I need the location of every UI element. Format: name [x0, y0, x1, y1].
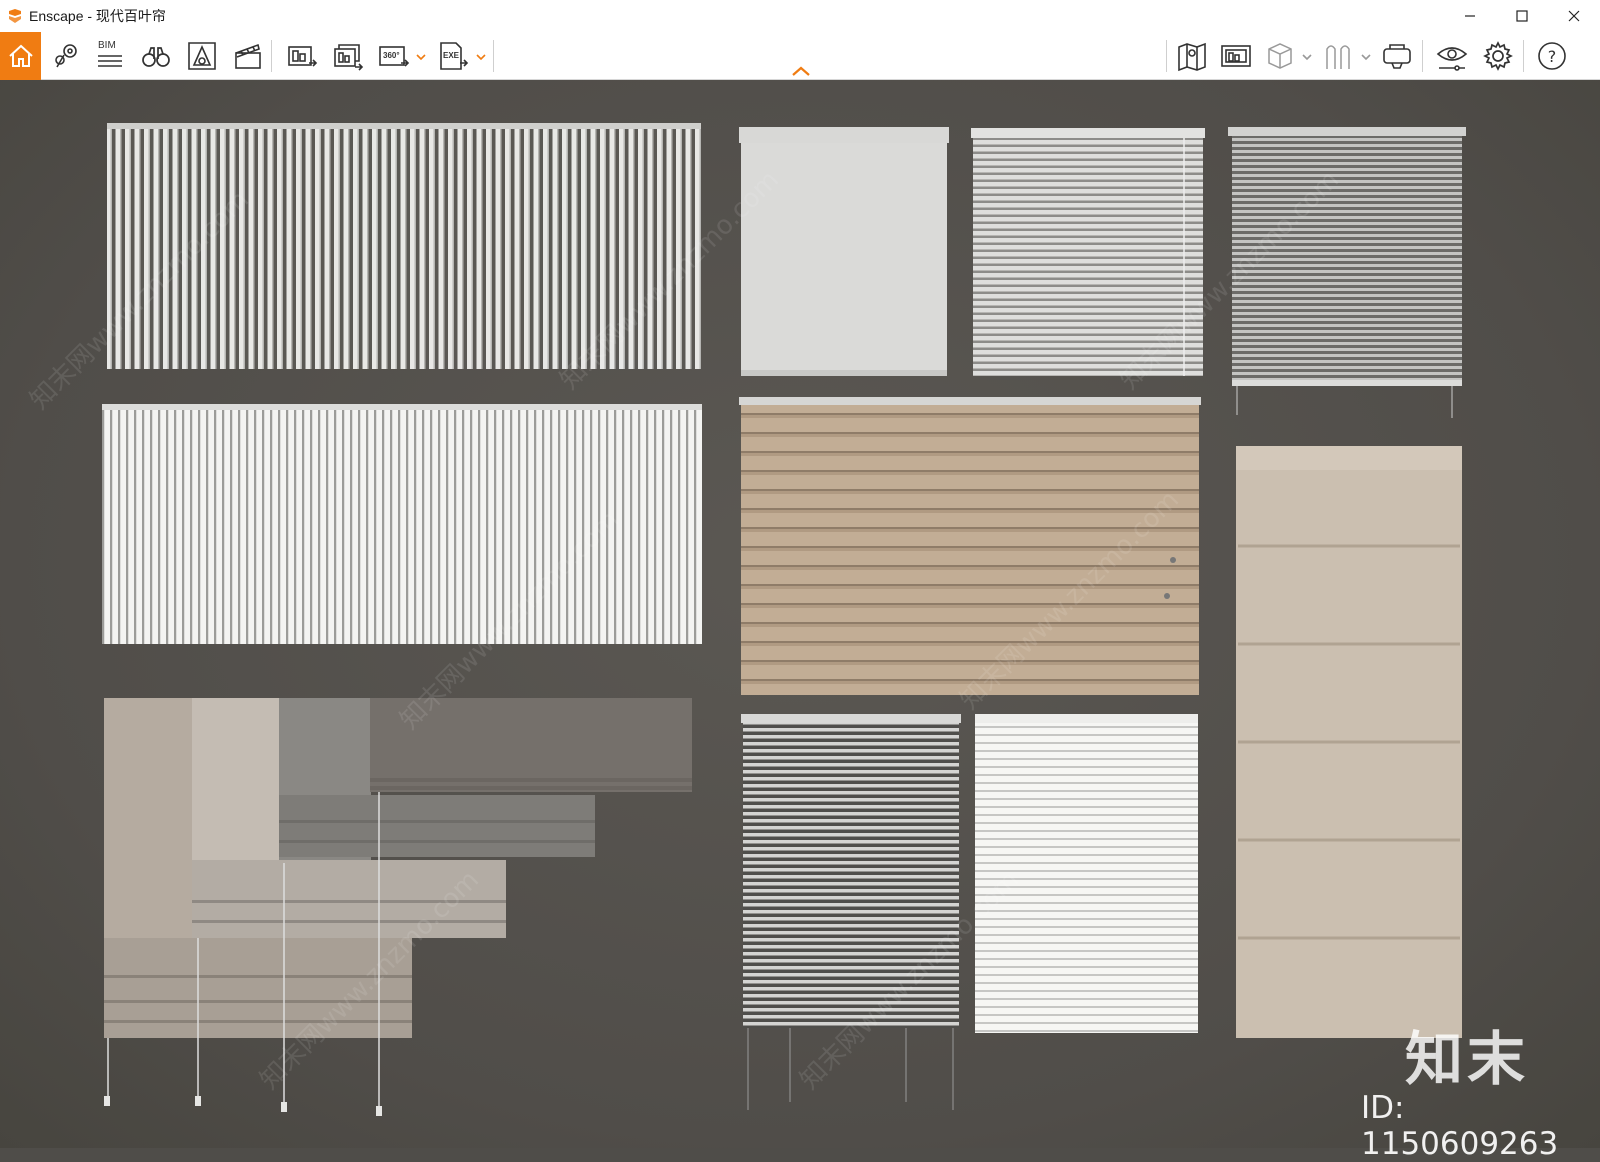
roman-shades-stacked — [104, 698, 692, 1116]
bim-label: BIM — [98, 40, 116, 51]
screenshot-button[interactable] — [282, 36, 322, 76]
export-exe-label: EXE — [443, 51, 460, 60]
settings-button[interactable] — [1478, 36, 1518, 76]
batch-render-icon — [334, 44, 364, 71]
venetian-blind-dark-2 — [741, 714, 961, 1110]
help-button[interactable]: ? — [1532, 36, 1572, 76]
export-dropdown-chevron-icon[interactable] — [476, 52, 486, 62]
znzmo-logo-watermark: 知末 — [1405, 1025, 1530, 1093]
map-button[interactable] — [1172, 36, 1212, 76]
vr-button[interactable] — [1377, 36, 1417, 76]
enscape-logo-icon — [9, 9, 21, 23]
cube-dropdown-chevron-icon[interactable] — [1302, 52, 1312, 62]
views-panel-icon — [1221, 45, 1251, 67]
visual-settings-button[interactable] — [1432, 36, 1472, 76]
batch-render-button[interactable] — [328, 36, 368, 76]
render-viewport[interactable]: 知末网www.znzmo.com 知末网www.znzmo.com 知末网www… — [0, 80, 1600, 1148]
gear-icon — [1483, 41, 1513, 71]
blinds-render — [102, 123, 1466, 1116]
asset-library-icon — [188, 42, 216, 70]
export-exe-button[interactable]: EXE — [433, 36, 473, 76]
vertical-blind-2 — [102, 404, 702, 644]
video-editor-button[interactable] — [227, 36, 267, 76]
vr-headset-icon — [1383, 44, 1411, 69]
material-icon — [1326, 45, 1350, 69]
help-icon: ? — [1538, 42, 1566, 70]
toolbar-separator — [271, 40, 272, 72]
roman-shade-tall — [1236, 446, 1462, 1038]
toolbar-separator — [493, 40, 494, 72]
pleated-blind-beige — [739, 397, 1201, 695]
binoculars-icon — [142, 47, 170, 67]
close-icon — [1568, 10, 1580, 22]
material-button[interactable] — [1318, 36, 1358, 76]
venetian-blind-dark-1 — [1228, 127, 1466, 418]
home-button[interactable] — [0, 32, 41, 80]
panorama-label: 360° — [383, 51, 400, 60]
map-icon — [1178, 42, 1206, 72]
toolbar-separator — [1422, 40, 1423, 72]
enscape-window: Enscape - 现代百叶帘 BIM 360° EXE ? 知末网www.zn… — [0, 0, 1600, 1162]
cube-icon — [1268, 43, 1292, 69]
venetian-blind-light — [971, 128, 1205, 376]
asset-library-button[interactable] — [182, 36, 222, 76]
window-title: Enscape - 现代百叶帘 — [29, 8, 166, 24]
znzmo-id-watermark: ID: 1150609263 — [1361, 1090, 1559, 1162]
binoculars-button[interactable] — [136, 36, 176, 76]
maximize-icon — [1516, 10, 1528, 22]
venetian-blind-white — [975, 714, 1198, 1033]
toolbar-separator — [1523, 40, 1524, 72]
title-bar: Enscape - 现代百叶帘 — [0, 0, 1600, 32]
vertical-blind-1 — [107, 123, 701, 369]
eye-settings-icon — [1436, 47, 1468, 71]
material-dropdown-chevron-icon[interactable] — [1361, 52, 1371, 62]
minimize-icon — [1465, 15, 1475, 17]
maximize-button[interactable] — [1496, 0, 1548, 32]
roller-blind — [739, 127, 949, 376]
views-button[interactable] — [46, 36, 86, 76]
panorama-button[interactable]: 360° — [374, 36, 414, 76]
toolbar-separator — [1166, 40, 1167, 72]
help-question-mark: ? — [1548, 47, 1557, 66]
cube-button[interactable] — [1260, 36, 1300, 76]
clapperboard-icon — [235, 43, 261, 69]
panorama-dropdown-chevron-icon[interactable] — [416, 52, 426, 62]
views-panel-button[interactable] — [1216, 36, 1256, 76]
close-button[interactable] — [1548, 0, 1600, 32]
screenshot-icon — [288, 46, 318, 67]
collapse-toolbar-chevron-icon[interactable] — [790, 64, 812, 78]
bim-button[interactable]: BIM — [90, 36, 130, 76]
location-views-icon — [55, 44, 77, 68]
minimize-button[interactable] — [1444, 0, 1496, 32]
home-icon — [8, 44, 33, 67]
